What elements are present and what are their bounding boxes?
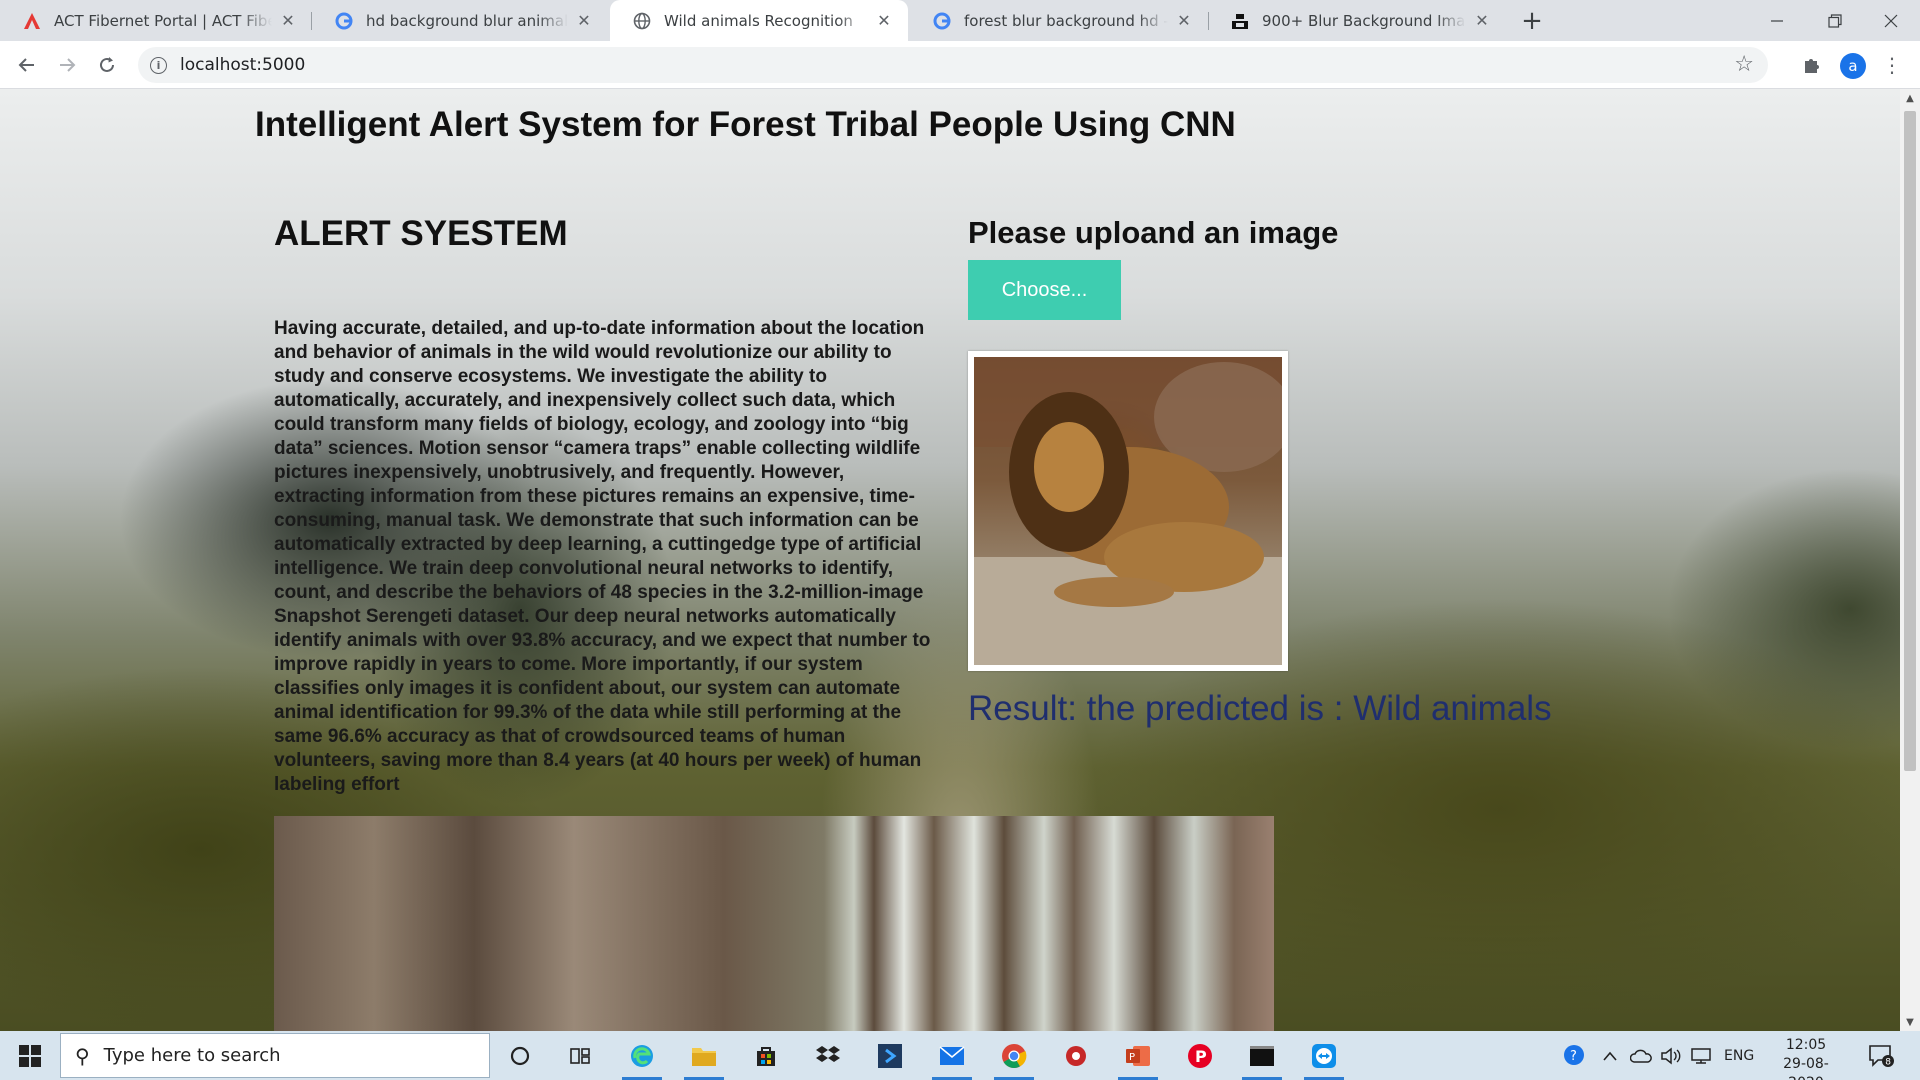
tab-title: hd background blur animals - Go <box>366 11 568 30</box>
windows-start-icon[interactable] <box>0 1031 60 1080</box>
volume-icon[interactable] <box>1660 1031 1682 1080</box>
browser-tab-strip: ACT Fibernet Portal | ACT Fiberne ✕ hd b… <box>0 0 1920 41</box>
tab-close-icon[interactable]: ✕ <box>574 11 594 31</box>
tab-title: Wild animals Recognition <box>664 11 853 30</box>
back-arrow-icon[interactable] <box>12 50 42 80</box>
address-url[interactable]: localhost:5000 <box>180 55 305 75</box>
tab-title: ACT Fibernet Portal | ACT Fiberne <box>54 11 272 30</box>
scrollbar-thumb[interactable] <box>1904 111 1916 771</box>
edge-browser-icon[interactable] <box>622 1037 662 1080</box>
browser-tab-unsplash[interactable]: 900+ Blur Background Images: D ✕ <box>1208 0 1506 41</box>
close-window-icon[interactable] <box>1862 0 1920 41</box>
address-bar[interactable]: i localhost:5000 ☆ <box>138 47 1768 83</box>
lion-photo <box>974 357 1282 665</box>
file-explorer-icon[interactable] <box>684 1037 724 1080</box>
powerpoint-icon[interactable]: P <box>1118 1037 1158 1080</box>
onedrive-cloud-icon[interactable] <box>1630 1031 1652 1080</box>
search-placeholder: Type here to search <box>103 1045 281 1066</box>
page-title: Intelligent Alert System for Forest Trib… <box>255 105 1236 144</box>
search-icon: ⚲ <box>75 1043 90 1068</box>
language-indicator[interactable]: ENG <box>1724 1031 1754 1080</box>
dropbox-icon[interactable] <box>808 1037 848 1074</box>
browser-toolbar: i localhost:5000 ☆ a ⋮ <box>0 41 1920 89</box>
minimize-icon[interactable] <box>1748 0 1806 41</box>
page-viewport: Intelligent Alert System for Forest Trib… <box>0 89 1900 1031</box>
taskbar-search-box[interactable]: ⚲ Type here to search <box>60 1033 490 1078</box>
terminal-icon[interactable] <box>1242 1037 1282 1080</box>
profile-avatar[interactable]: a <box>1840 53 1866 79</box>
google-icon <box>334 11 354 31</box>
scroll-up-arrow-icon[interactable]: ▲ <box>1900 89 1920 107</box>
site-info-icon[interactable]: i <box>150 56 167 74</box>
clock-date: 29-08-2020 <box>1783 1056 1829 1080</box>
network-icon[interactable] <box>1690 1031 1712 1080</box>
svg-text:P: P <box>1129 1052 1135 1063</box>
browser-tab-google-search-1[interactable]: hd background blur animals - Go ✕ <box>312 0 608 41</box>
tab-close-icon[interactable]: ✕ <box>278 11 298 31</box>
google-icon <box>932 11 952 31</box>
restore-icon[interactable] <box>1806 0 1864 41</box>
act-logo-icon <box>22 11 42 31</box>
notification-center-icon[interactable]: 8 <box>1866 1041 1896 1071</box>
tab-close-icon[interactable]: ✕ <box>874 11 894 31</box>
project-description: Having accurate, detailed, and up-to-dat… <box>274 318 931 795</box>
mail-icon[interactable] <box>932 1037 972 1080</box>
uploaded-image-preview <box>968 351 1288 671</box>
new-tab-button[interactable]: + <box>1517 6 1547 36</box>
notification-count: 8 <box>1885 1058 1891 1068</box>
task-view-icon[interactable] <box>560 1037 600 1074</box>
globe-icon <box>632 11 652 31</box>
cortana-icon[interactable] <box>500 1037 540 1074</box>
forward-arrow-icon[interactable] <box>52 50 82 80</box>
browser-tab-wild-animals[interactable]: Wild animals Recognition ✕ <box>610 0 908 41</box>
help-icon[interactable]: ? <box>1562 1031 1588 1080</box>
tab-title: 900+ Blur Background Images: D <box>1262 11 1466 30</box>
tab-title: forest blur background hd - Goo <box>964 11 1168 30</box>
reload-icon[interactable] <box>92 50 122 80</box>
bookmark-star-icon[interactable]: ☆ <box>1734 52 1754 77</box>
browser-tab-act-fibernet[interactable]: ACT Fibernet Portal | ACT Fiberne ✕ <box>0 0 312 41</box>
svg-text:?: ? <box>1570 1049 1577 1064</box>
browser-menu-icon[interactable]: ⋮ <box>1880 53 1904 77</box>
alert-system-heading: ALERT SYESTEM <box>274 214 568 253</box>
tab-close-icon[interactable]: ✕ <box>1174 11 1194 31</box>
unsplash-icon <box>1230 11 1250 31</box>
tray-chevron-up-icon[interactable] <box>1602 1031 1618 1080</box>
upload-heading: Please uploand an image <box>968 215 1339 250</box>
system-clock[interactable]: 12:05 29-08-2020 <box>1766 1036 1846 1080</box>
chrome-icon[interactable] <box>994 1037 1034 1080</box>
store-icon[interactable] <box>746 1037 786 1074</box>
app-red-gear-icon[interactable] <box>1056 1037 1096 1074</box>
browser-tab-google-search-2[interactable]: forest blur background hd - Goo ✕ <box>910 0 1208 41</box>
extensions-puzzle-icon[interactable] <box>1800 53 1824 77</box>
windows-taskbar: ⚲ Type here to search P P ? ENG 12:05 29… <box>0 1031 1920 1080</box>
forest-bark-image <box>274 816 1274 1031</box>
visual-studio-icon[interactable] <box>870 1037 910 1074</box>
choose-file-button[interactable]: Choose... <box>968 260 1121 320</box>
scroll-down-arrow-icon[interactable]: ▼ <box>1900 1013 1920 1031</box>
tab-close-icon[interactable]: ✕ <box>1472 11 1492 31</box>
page-scrollbar[interactable]: ▲ ▼ <box>1900 89 1920 1031</box>
clock-time: 12:05 <box>1785 1037 1827 1053</box>
teamviewer-icon[interactable] <box>1304 1037 1344 1080</box>
svg-text:P: P <box>1195 1047 1207 1066</box>
prediction-result: Result: the predicted is : Wild animals <box>968 689 1552 728</box>
pinterest-icon[interactable]: P <box>1180 1037 1220 1074</box>
